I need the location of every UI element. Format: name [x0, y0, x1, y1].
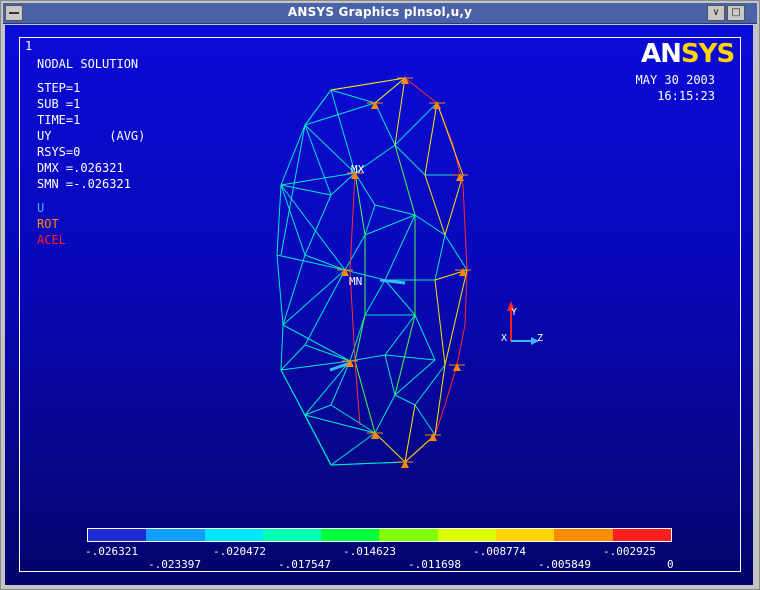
constraint-symbol — [425, 433, 441, 441]
graphics-area[interactable]: 1 NODAL SOLUTION STEP=1 SUB =1 TIME=1 UY… — [5, 25, 753, 585]
boundary-condition-symbols — [337, 76, 471, 468]
contour-label: -.017547 — [278, 558, 331, 571]
title-bar[interactable]: ANSYS Graphics plnsol,u,y ∨ □ — [3, 3, 757, 24]
mesh-red-edges — [349, 172, 361, 426]
minimize-button[interactable]: ∨ — [707, 5, 725, 21]
contour-band-4 — [262, 529, 322, 541]
contour-band-5 — [321, 529, 380, 541]
contour-label: -.020472 — [213, 545, 266, 558]
constraint-symbol — [429, 101, 445, 109]
contour-band-6 — [379, 529, 438, 541]
max-marker-label: MX — [351, 163, 365, 176]
contour-label: -.026321 — [85, 545, 138, 558]
constraint-symbol — [397, 460, 413, 468]
constraint-symbol — [455, 268, 471, 276]
triad-x-label: X — [501, 333, 508, 344]
ansys-graphics-window: ANSYS Graphics plnsol,u,y ∨ □ 1 NODAL SO… — [0, 0, 760, 590]
contour-band-8 — [496, 529, 555, 541]
contour-label: -.008774 — [473, 545, 526, 558]
contour-band-2 — [146, 529, 205, 541]
mesh-outline-left — [276, 77, 406, 466]
window-title: ANSYS Graphics plnsol,u,y — [287, 5, 473, 19]
contour-label: -.011698 — [408, 558, 461, 571]
contour-label: 0 — [667, 558, 674, 571]
contour-band-7 — [437, 529, 497, 541]
contour-band-9 — [554, 529, 613, 541]
contour-band-1 — [88, 529, 147, 541]
contour-band-3 — [204, 529, 263, 541]
mesh-cyan-edges — [276, 77, 468, 466]
triad-z-label: Z — [537, 333, 544, 344]
contour-label: -.005849 — [538, 558, 591, 571]
mesh-plot — [276, 76, 539, 468]
constraint-symbol — [452, 173, 468, 181]
contour-label: -.014623 — [343, 545, 396, 558]
contour-label: -.023397 — [148, 558, 201, 571]
min-marker-label: MN — [349, 275, 363, 288]
contour-label: -.002925 — [603, 545, 656, 558]
contour-color-bar — [87, 528, 672, 542]
mesh-edges — [276, 77, 468, 466]
restore-button[interactable]: □ — [727, 5, 745, 21]
triad-y-label: Y — [511, 307, 518, 318]
constraint-symbol — [449, 363, 465, 371]
contour-band-10 — [612, 529, 671, 541]
